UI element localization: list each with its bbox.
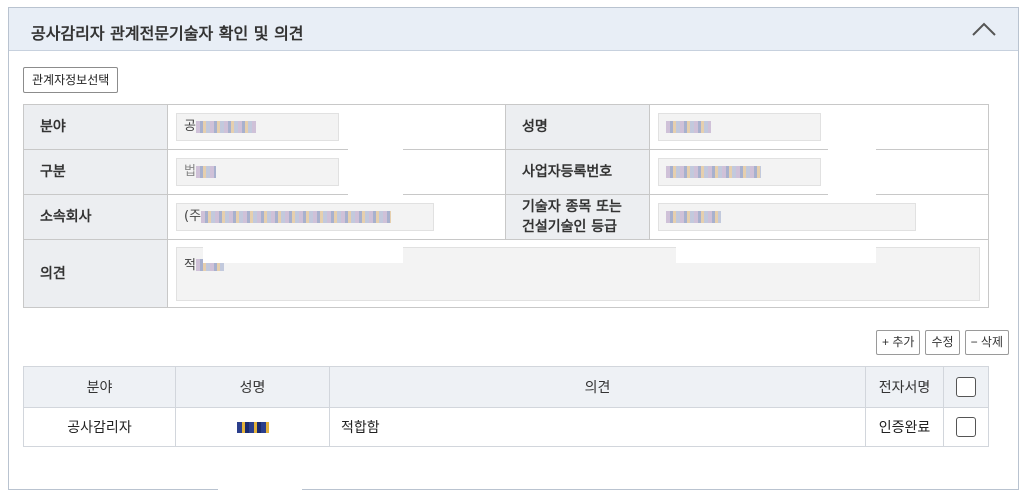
redacted-text [195, 165, 216, 178]
select-related-party-button[interactable]: 관계자정보선택 [23, 67, 119, 93]
redaction-block [676, 243, 876, 263]
panel-header: 공사감리자 관계전문기술자 확인 및 의견 [9, 8, 1018, 51]
name-input[interactable] [658, 113, 821, 141]
redaction-block [828, 112, 876, 200]
column-header: 분야 [23, 366, 176, 408]
type-label: 구분 [23, 149, 168, 195]
row-signature-status: 인증완료 [865, 407, 944, 447]
list-header-row: 분야 성명 의견 전자서명 [23, 366, 989, 408]
type-input[interactable]: 법 [176, 158, 339, 186]
redacted-text [195, 120, 256, 133]
edit-button[interactable]: 수정 [925, 330, 960, 355]
delete-button[interactable]: − 삭제 [964, 330, 1009, 355]
company-input[interactable]: (주 [176, 203, 434, 231]
opinion-label: 의견 [23, 239, 168, 308]
add-button[interactable]: + 추가 [876, 330, 921, 355]
select-all-checkbox[interactable] [956, 377, 976, 397]
related-party-list: 분야 성명 의견 전자서명 공사감리자 적합함 인증완료 [23, 366, 989, 447]
redaction-block [218, 454, 302, 492]
redaction-block [203, 243, 403, 263]
table-row[interactable]: 공사감리자 적합함 인증완료 [23, 407, 989, 447]
company-label: 소속회사 [23, 194, 168, 240]
redacted-text [666, 210, 721, 223]
row-checkbox[interactable] [956, 417, 976, 437]
panel-title: 공사감리자 관계전문기술자 확인 및 의견 [31, 24, 304, 43]
chevron-up-icon[interactable] [970, 18, 998, 40]
redacted-text [666, 165, 761, 178]
grade-input[interactable] [658, 203, 916, 231]
field-label: 분야 [23, 104, 168, 150]
redacted-text [666, 120, 711, 133]
redaction-block [348, 112, 403, 200]
name-label: 성명 [505, 104, 650, 150]
redacted-text [201, 210, 392, 223]
column-header: 전자서명 [865, 366, 944, 408]
business-number-input[interactable] [658, 158, 821, 186]
row-field: 공사감리자 [23, 407, 176, 447]
grade-label: 기술자 종목 또는 건설기술인 등급 [505, 194, 650, 240]
business-number-label: 사업자등록번호 [505, 149, 650, 195]
redacted-text [236, 421, 269, 433]
column-header: 의견 [329, 366, 866, 408]
list-action-buttons: + 추가 수정 − 삭제 [876, 330, 1009, 355]
row-opinion: 적합함 [329, 407, 866, 447]
row-name [175, 407, 330, 447]
field-input[interactable]: 공 [176, 113, 339, 141]
column-header: 성명 [175, 366, 330, 408]
